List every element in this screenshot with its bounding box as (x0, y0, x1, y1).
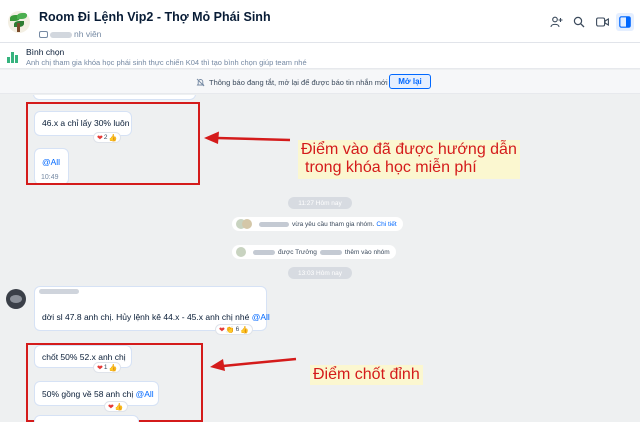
annotation-line-1: Điểm vào đã được hướng dẫn (301, 141, 517, 158)
reaction-badge[interactable]: ❤ 1 👍 (93, 362, 122, 373)
annotation-arrow-icon (204, 131, 291, 144)
sender-avatar[interactable] (6, 289, 26, 309)
notice-text: Thông báo đang tắt, mở lại để được báo t… (209, 78, 388, 87)
member-count[interactable]: nh viên (39, 29, 101, 39)
add-member-icon[interactable] (547, 13, 565, 31)
mention-all[interactable]: @All (136, 389, 154, 399)
clap-icon: 👏 (225, 326, 235, 334)
annotation-line-2: trong khóa học miễn phí (305, 159, 477, 177)
like-icon[interactable]: 👍 (240, 326, 249, 334)
message-text: 50% gồng về 58 anh chị @All (42, 389, 154, 399)
poll-banner[interactable]: Bình chọn Anh chị tham gia khóa học phái… (0, 43, 640, 69)
chat-messages[interactable]: 46.x a chỉ lấy 30% luôn ❤ 2 👍 @All 10:49… (0, 95, 640, 422)
annotation-entry-point: Điểm vào đã được hướng dẫn trong khóa họ… (298, 140, 520, 179)
time-divider: 13:03 Hôm nay (288, 267, 352, 279)
search-icon[interactable] (570, 13, 588, 31)
blurred-name (319, 249, 342, 255)
bell-off-icon (196, 78, 205, 89)
added-text-1: được Trưởng (278, 248, 317, 256)
annotation-box (26, 102, 200, 185)
reaction-count: 1 (103, 364, 108, 371)
heart-icon: ❤ (108, 403, 114, 411)
reaction-badge[interactable]: ❤ 👏 6 👍 (215, 324, 253, 335)
annotation-peak-exit: Điểm chốt đỉnh (310, 365, 423, 386)
message-text: chốt 50% 52.x anh chị (42, 352, 126, 362)
sidebar-toggle-icon[interactable] (616, 13, 634, 31)
blurred-name (253, 249, 275, 255)
member-icon (39, 31, 48, 39)
message-text: dời sl 47.8 anh chị. Hủy lệnh kê 44.x - … (42, 312, 270, 322)
video-call-icon[interactable] (593, 13, 611, 31)
message-body: dời sl 47.8 anh chị. Hủy lệnh kê 44.x - … (42, 312, 252, 322)
system-join-request: vừa yêu cầu tham gia nhóm. Chi tiết (232, 217, 403, 231)
message-bubble[interactable]: 50% gồng về 58 anh chị @All (34, 381, 159, 406)
system-member-added: được Trưởng thêm vào nhóm (232, 245, 396, 259)
member-suffix: nh viên (74, 29, 102, 39)
notification-notice: Thông báo đang tắt, mở lại để được báo t… (0, 70, 640, 94)
reaction-badge[interactable]: ❤ 👍 (104, 401, 128, 412)
sender-name-blurred (39, 289, 79, 294)
avatar (236, 247, 246, 257)
heart-icon: ❤ (97, 364, 103, 372)
poll-title: Bình chọn (26, 47, 65, 57)
group-title[interactable]: Room Đi Lệnh Vip2 - Thợ Mỏ Phái Sinh (39, 10, 271, 24)
reopen-notifications-button[interactable]: Mở lại (389, 74, 431, 89)
join-request-text: vừa yêu cầu tham gia nhóm. (292, 220, 375, 228)
reaction-count: 6 (235, 326, 240, 333)
header-actions (547, 13, 634, 31)
blurred-name (259, 221, 289, 227)
time-divider: 11:27 Hôm nay (288, 197, 352, 209)
avatar (242, 219, 252, 229)
chat-header: Room Đi Lệnh Vip2 - Thợ Mỏ Phái Sinh nh … (0, 0, 640, 43)
added-text-2: thêm vào nhóm (344, 248, 390, 256)
mention-all[interactable]: @All (252, 312, 270, 322)
like-icon[interactable]: 👍 (109, 364, 118, 372)
message-bubble-partial[interactable] (33, 95, 196, 100)
poll-icon (7, 51, 19, 63)
message-bubble-partial[interactable] (34, 415, 139, 422)
like-icon[interactable]: 👍 (115, 403, 124, 411)
group-avatar[interactable] (8, 11, 30, 33)
member-count-blurred (50, 31, 72, 38)
poll-description: Anh chị tham gia khóa học phái sinh thực… (26, 58, 307, 67)
join-request-details-link[interactable]: Chi tiết (376, 221, 396, 228)
message-body: 50% gồng về 58 anh chị (42, 389, 136, 399)
annotation-arrow-icon (210, 357, 297, 371)
heart-icon: ❤ (219, 326, 225, 334)
